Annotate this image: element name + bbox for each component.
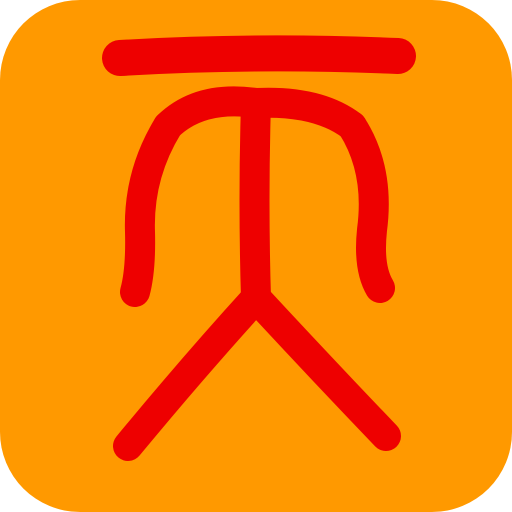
app-icon[interactable] — [0, 0, 512, 512]
app-icon-graphic — [0, 0, 512, 512]
glyph-top-stroke — [102, 35, 416, 76]
canvas — [0, 0, 512, 512]
glyph-trunk — [239, 88, 271, 313]
